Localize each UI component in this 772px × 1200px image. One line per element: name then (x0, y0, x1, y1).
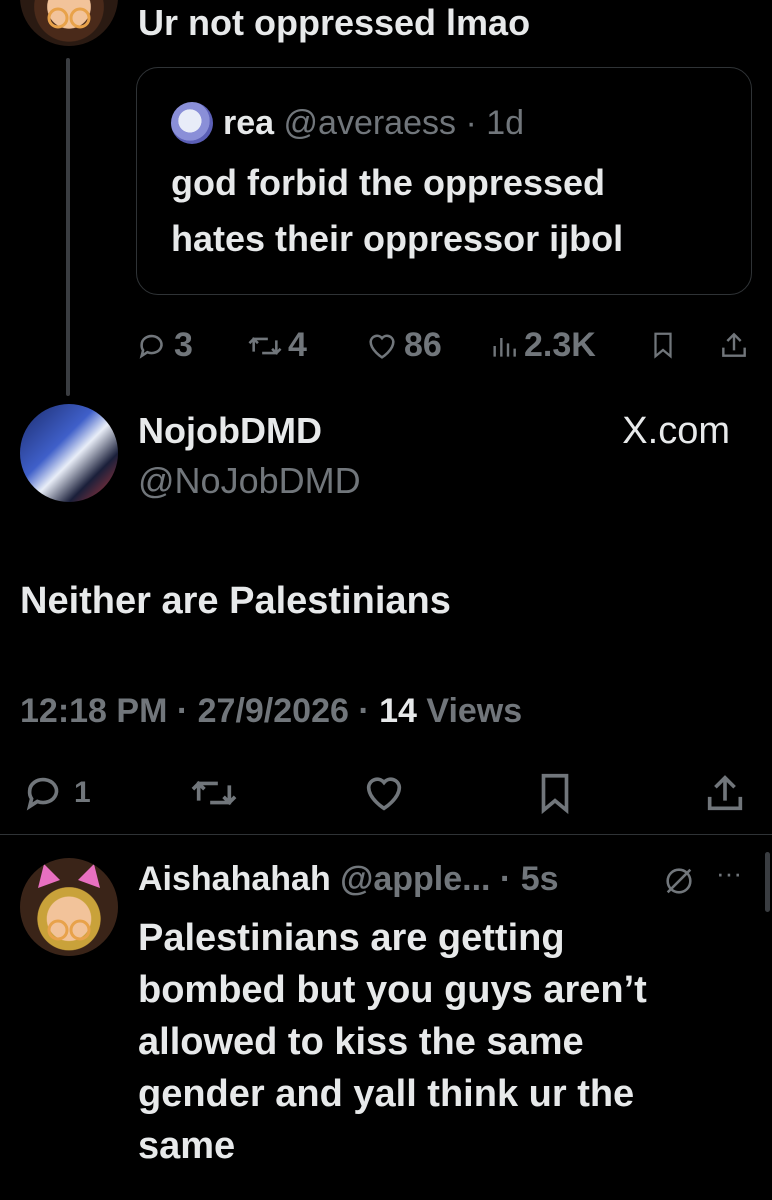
heart-icon (366, 777, 402, 811)
views-count: 2.3K (524, 326, 596, 364)
reply-author-name[interactable]: Aishahahah (138, 860, 331, 898)
like-button[interactable]: 86 (364, 326, 442, 365)
views-count-main: 14 (379, 692, 417, 730)
heart-icon (369, 334, 395, 359)
reply-text-line: gender and yall think ur the (138, 1073, 635, 1115)
bookmark-button[interactable] (648, 328, 678, 362)
reply-icon (26, 777, 59, 811)
source-label: X.com (622, 410, 730, 452)
quote-text-line2: hates their oppressor ijbol (171, 218, 624, 259)
views-label: Views (426, 692, 523, 730)
share-button-main[interactable] (700, 770, 750, 816)
share-icon (707, 775, 743, 811)
quote-time: 1d (486, 104, 525, 142)
bookmark-icon (541, 773, 569, 815)
bookmark-button-main[interactable] (530, 770, 580, 816)
grok-icon[interactable] (662, 864, 696, 903)
quote-author-handle: @averaess (283, 104, 456, 142)
quote-avatar (171, 102, 213, 144)
glasses-icon (47, 7, 91, 29)
more-options-button[interactable]: ··· (716, 858, 742, 889)
share-icon (722, 332, 746, 357)
avatar-aishahahah[interactable] (20, 858, 118, 956)
reply-count-main: 1 (74, 776, 91, 809)
quote-text-line1: god forbid the oppressed (171, 162, 606, 203)
bookmark-icon (654, 332, 672, 359)
avatar-nojobdmd[interactable] (20, 404, 118, 502)
like-count: 86 (404, 326, 442, 364)
reply-text-line: Palestinians are getting (138, 917, 565, 959)
tweet-date[interactable]: 27/9/2026 (198, 692, 349, 730)
reply-author-handle[interactable]: @apple... (340, 860, 490, 898)
views-button[interactable]: 2.3K (488, 326, 596, 365)
retweet-button[interactable]: 4 (246, 326, 307, 365)
thread-line (66, 58, 70, 396)
retweet-icon (191, 780, 237, 806)
retweet-count: 4 (288, 326, 307, 364)
cat-ears-icon (38, 864, 100, 941)
separator-dot: · (167, 692, 198, 730)
quote-tweet-card[interactable]: rea @averaess · 1d god forbid the oppres… (136, 67, 752, 295)
reply-count: 3 (174, 326, 193, 364)
author-name[interactable]: NojobDMD (138, 410, 322, 452)
retweet-icon (248, 336, 282, 355)
divider (0, 834, 772, 835)
reply-text-line: bombed but you guys aren’t (138, 969, 647, 1011)
reply-text-line: same (138, 1125, 236, 1167)
tweet-time[interactable]: 12:18 PM (20, 692, 167, 730)
share-button[interactable] (718, 328, 750, 362)
retweet-button-main[interactable] (186, 770, 242, 816)
reply-button[interactable]: 3 (136, 326, 193, 365)
reply-icon (139, 334, 163, 359)
views-icon (493, 337, 516, 357)
author-handle[interactable]: @NoJobDMD (138, 460, 361, 502)
quote-author-name: rea (223, 104, 275, 142)
avatar-aishahahah-top[interactable] (20, 0, 118, 46)
like-button-main[interactable] (358, 770, 410, 816)
reply-button-main[interactable]: 1 (20, 770, 91, 816)
scrollbar[interactable] (765, 852, 770, 912)
separator-dot: · (456, 104, 487, 142)
tweet-text: Ur not oppressed lmao (138, 2, 531, 43)
separator-dot: · (348, 692, 380, 730)
reply-text-line: allowed to kiss the same (138, 1021, 584, 1063)
reply-time: 5s (520, 860, 559, 898)
separator-dot: · (490, 860, 521, 898)
tweet-body: Neither are Palestinians (20, 580, 451, 622)
